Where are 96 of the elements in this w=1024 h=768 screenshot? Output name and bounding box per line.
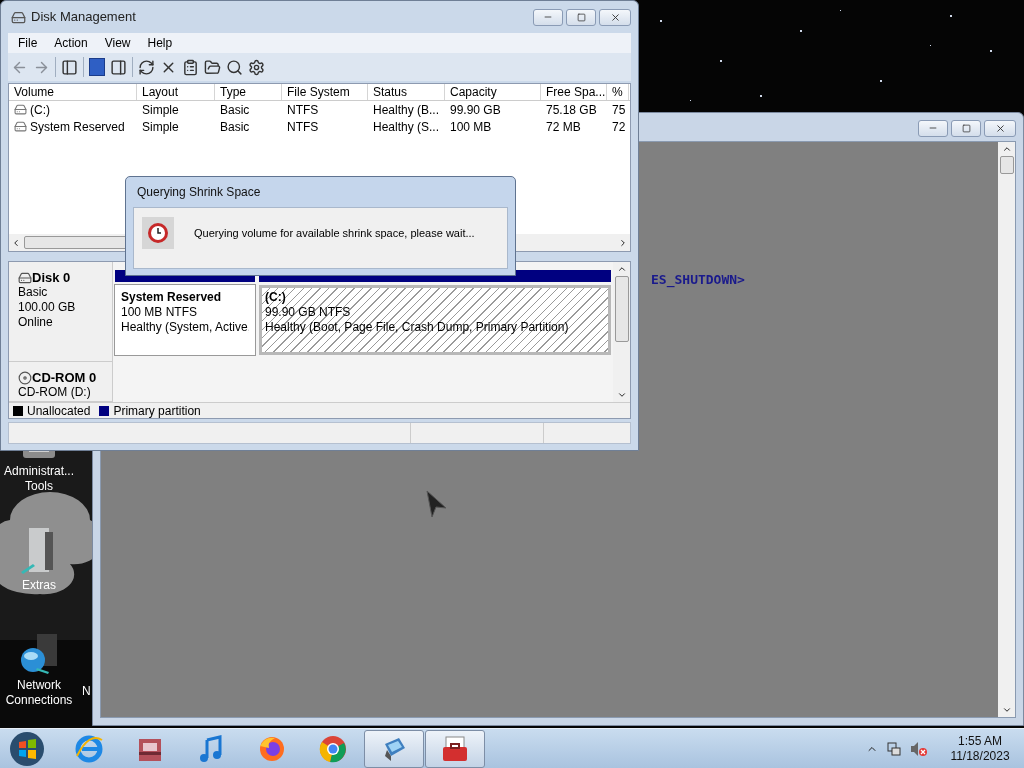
menu-item[interactable]: Help [139, 34, 181, 52]
menu-item[interactable]: View [96, 34, 139, 52]
clock-date[interactable]: 11/18/2023 [950, 748, 1010, 764]
volume-row[interactable]: (C:) Simple Basic NTFS Healthy (B... 99.90 GB 75.18 GB 75 [9, 101, 630, 118]
folder-icon[interactable] [204, 58, 221, 76]
icon-label[interactable]: Network Connections [0, 678, 78, 708]
column-header[interactable]: Layout [137, 84, 215, 100]
legend-label: Primary partition [113, 402, 201, 420]
scroll-thumb[interactable] [614, 276, 629, 342]
maximize-icon [961, 123, 971, 133]
vertical-scrollbar[interactable] [998, 142, 1015, 717]
table-cell-text: (C:) [30, 101, 50, 119]
dialog-title: Querying Shrink Space [137, 184, 261, 201]
window-title: Disk Management [31, 8, 136, 27]
disk-app-icon [11, 9, 26, 25]
panel-icon[interactable] [110, 58, 127, 76]
close-icon [609, 11, 621, 23]
disk-name: Disk 0 [32, 270, 71, 285]
partition-block[interactable]: System Reserved 100 MB NTFS Healthy (System, Active, [115, 285, 255, 355]
network-icon[interactable] [886, 740, 902, 757]
table-cell-text: Basic [220, 118, 250, 136]
mouse-pointer-icon [426, 490, 448, 518]
scroll-down-icon[interactable] [1001, 705, 1012, 715]
settings-icon[interactable] [248, 58, 265, 76]
icon-label: N [82, 683, 91, 700]
table-cell-text: 75 [612, 101, 626, 119]
minimize-button[interactable] [918, 119, 948, 137]
legend-label: Unallocated [27, 402, 91, 420]
disk-info: Online [18, 315, 54, 330]
taskbar-app[interactable] [425, 729, 485, 768]
table-cell-text: 72 [612, 118, 626, 136]
partition-block[interactable]: (C:) 99.90 GB NTFS Healthy (Boot, Page File, Crash Dump, Primary Partition) [259, 285, 611, 355]
column-header[interactable]: Free Spa... [541, 84, 607, 100]
partition-name: (C:) [265, 290, 287, 305]
disk-info: Basic [18, 285, 49, 300]
maximize-button[interactable] [566, 8, 596, 26]
start-orb-icon [9, 730, 45, 767]
close-button[interactable] [599, 8, 631, 26]
disk-info: 100.00 GB [18, 300, 77, 315]
disk-drive-icon [18, 270, 32, 285]
column-header[interactable]: Capacity [445, 84, 541, 100]
ring-browser-icon [318, 733, 348, 764]
disk-label-panel[interactable]: Disk 0 Basic 100.00 GB Online [9, 262, 113, 362]
table-cell-text: Simple [142, 101, 179, 119]
maximize-button[interactable] [951, 119, 981, 137]
cd-drive-icon [18, 370, 32, 385]
disk-label-panel[interactable]: CD-ROM 0 CD-ROM (D:) [9, 362, 113, 402]
scroll-right-icon[interactable] [618, 237, 628, 248]
partition-name: System Reserved [121, 290, 223, 305]
drive-icon [14, 120, 27, 133]
partition-size: 100 MB NTFS [121, 305, 199, 320]
drive-icon [14, 103, 27, 116]
dialog-message: Querying volume for available shrink space, please wait... [194, 226, 475, 241]
partition-status: Healthy (System, Active, [121, 320, 249, 335]
icon-label[interactable]: Administrat... Tools [0, 464, 78, 494]
search-icon[interactable] [226, 58, 243, 76]
column-header[interactable]: % [607, 84, 629, 100]
partition-status: Healthy (Boot, Page File, Crash Dump, Primary Partition) [265, 320, 570, 335]
table-cell-text: 99.90 GB [450, 101, 501, 119]
table-cell-text: 100 MB [450, 118, 492, 136]
partition-size: 99.90 GB NTFS [265, 305, 352, 320]
muted-speaker-icon[interactable] [910, 740, 928, 757]
table-cell-text: NTFS [287, 101, 319, 119]
table-cell-text: NTFS [287, 118, 319, 136]
table-cell-text: 75.18 GB [546, 101, 597, 119]
refresh-icon[interactable] [138, 58, 155, 76]
alarm-clock-icon [142, 217, 174, 249]
scroll-up-icon[interactable] [616, 264, 627, 274]
scroll-thumb[interactable] [999, 156, 1014, 174]
column-header[interactable]: Volume [9, 84, 137, 100]
maximize-icon [576, 12, 586, 22]
disk-name: CD-ROM 0 [32, 370, 97, 385]
column-header[interactable]: Status [368, 84, 445, 100]
menu-item[interactable]: File [10, 34, 46, 52]
properties-icon[interactable] [182, 58, 199, 76]
close-button[interactable] [984, 119, 1016, 137]
table-cell-text: Simple [142, 118, 179, 136]
scroll-left-icon[interactable] [11, 237, 21, 248]
column-header[interactable]: File System [282, 84, 368, 100]
table-cell-text: System Reserved [30, 118, 125, 136]
scroll-up-icon[interactable] [1001, 144, 1012, 154]
close-icon [994, 122, 1006, 134]
disk-info: CD-ROM (D:) [18, 385, 92, 400]
table-cell-text: Basic [220, 101, 250, 119]
table-cell-text: Healthy (B... [373, 101, 440, 119]
table-cell-text: Healthy (S... [373, 118, 440, 136]
scroll-down-icon[interactable] [616, 390, 627, 400]
panel-icon[interactable] [61, 58, 78, 76]
console-text: ES_SHUTDOWN> [651, 271, 745, 290]
minimize-button[interactable] [533, 8, 563, 26]
menu-item[interactable]: Action [46, 34, 96, 52]
column-header[interactable]: Type [215, 84, 282, 100]
e-browser-icon [74, 733, 104, 764]
volume-row[interactable]: System Reserved Simple Basic NTFS Healthy (S... 100 MB 72 MB 72 [9, 118, 630, 135]
table-cell-text: 72 MB [546, 118, 581, 136]
clock-time[interactable]: 1:55 AM [958, 733, 1002, 749]
